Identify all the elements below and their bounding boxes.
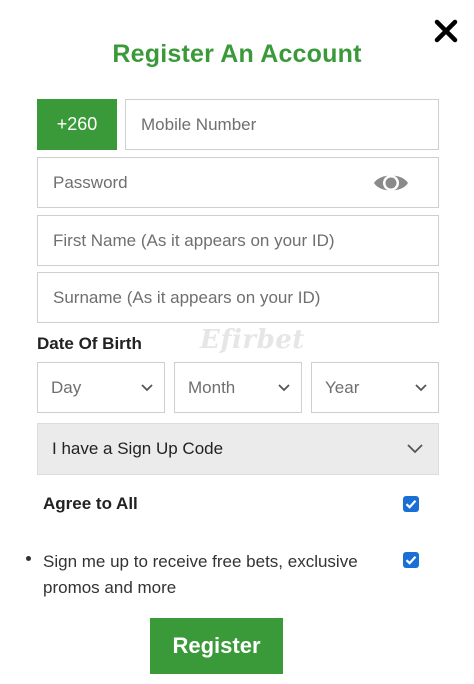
chevron-down-icon (415, 383, 427, 391)
agree-all-label: Agree to All (43, 494, 138, 513)
mobile-number-field (125, 99, 439, 150)
register-button[interactable]: Register (150, 618, 283, 674)
chevron-down-icon (141, 383, 153, 391)
country-code-button[interactable]: +260 (37, 99, 117, 150)
page-title: Register An Account (112, 40, 362, 68)
signup-code-label: I have a Sign Up Code (52, 439, 224, 458)
signup-code-toggle[interactable]: I have a Sign Up Code (37, 423, 439, 475)
surname-field (37, 272, 439, 323)
agree-all-checkbox[interactable] (403, 496, 419, 512)
date-of-birth-label: Date Of Birth (37, 334, 142, 353)
surname-input[interactable] (38, 273, 438, 322)
promo-consent-label: Sign me up to receive free bets, exclusi… (43, 552, 358, 597)
dob-month-value: Month (188, 377, 236, 397)
password-field (37, 157, 439, 208)
checkmark-icon (405, 556, 417, 565)
first-name-input[interactable] (38, 216, 438, 265)
dob-month-select[interactable]: Month (174, 362, 302, 413)
dob-year-select[interactable]: Year (311, 362, 439, 413)
promo-consent-checkbox[interactable] (403, 552, 419, 568)
eye-icon[interactable] (372, 168, 410, 198)
chevron-down-icon (407, 444, 423, 454)
dob-day-value: Day (51, 377, 82, 397)
mobile-number-input[interactable] (126, 100, 438, 149)
chevron-down-icon (278, 383, 290, 391)
watermark-logo: Efirbet (200, 325, 305, 355)
first-name-field (37, 215, 439, 266)
list-bullet (26, 556, 31, 561)
checkmark-icon (405, 500, 417, 509)
dob-day-select[interactable]: Day (37, 362, 165, 413)
dob-year-value: Year (325, 377, 360, 397)
